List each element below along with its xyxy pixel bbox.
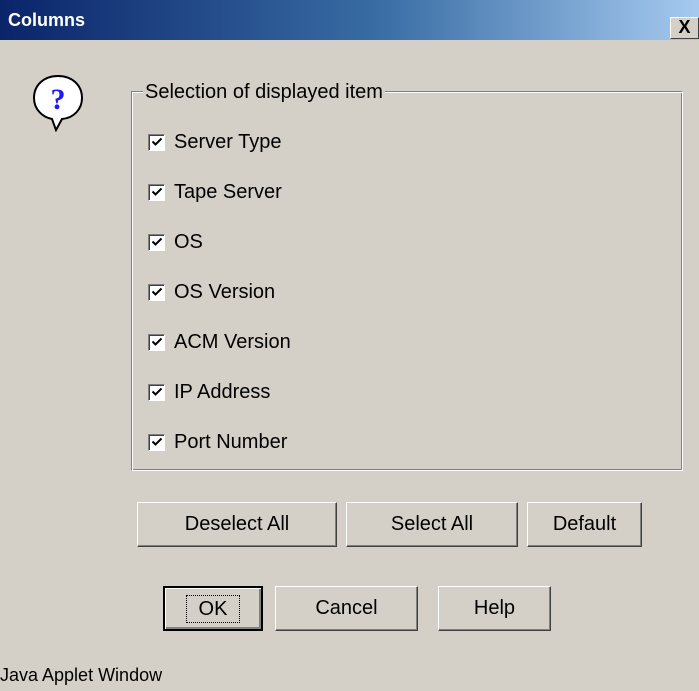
checkbox-tape-server[interactable]: Tape Server [148,178,282,206]
checkbox-port-number[interactable]: Port Number [148,428,287,456]
check-icon [151,337,162,346]
default-label: Default [552,513,617,535]
checkbox-server-type[interactable]: Server Type [148,128,281,156]
checkbox-box[interactable] [148,133,165,151]
close-button[interactable]: X [670,17,699,39]
checkbox-label: OS Version [174,280,276,303]
check-icon [151,437,162,446]
select-all-label: Select All [390,513,474,535]
checkbox-label: ACM Version [174,330,291,353]
checkbox-label: Tape Server [174,180,282,203]
checkbox-label: OS [174,230,203,253]
help-button[interactable]: Help [438,586,551,631]
check-icon [151,237,162,246]
deselect-all-label: Deselect All [184,513,290,535]
applet-status-text: Java Applet Window [0,665,163,685]
select-all-button[interactable]: Select All [346,502,518,547]
checkbox-os-version[interactable]: OS Version [148,278,275,306]
group-legend: Selection of displayed item [143,81,385,104]
checkbox-label: Server Type [174,130,282,153]
checkbox-box[interactable] [148,333,165,351]
checkbox-box[interactable] [148,433,165,451]
checkbox-os[interactable]: OS [148,228,203,256]
check-icon [151,287,162,296]
help-label: Help [473,597,516,619]
check-icon [151,137,162,146]
checkbox-box[interactable] [148,383,165,401]
window-title: Columns [8,10,86,30]
checkbox-box[interactable] [148,233,165,251]
checkbox-box[interactable] [148,283,165,301]
ok-label: OK [185,594,241,623]
checkbox-acm-version[interactable]: ACM Version [148,328,291,356]
svg-text:?: ? [51,83,66,116]
checkbox-label: IP Address [174,380,271,403]
title-bar[interactable]: Columns [0,0,699,40]
default-button[interactable]: Default [527,502,642,547]
cancel-label: Cancel [315,597,378,619]
checkbox-box[interactable] [148,183,165,201]
close-icon: X [678,17,691,37]
cancel-button[interactable]: Cancel [275,586,418,631]
check-icon [151,387,162,396]
checkbox-ip-address[interactable]: IP Address [148,378,270,406]
deselect-all-button[interactable]: Deselect All [137,502,337,547]
checkbox-label: Port Number [174,430,288,453]
ok-button[interactable]: OK [163,586,263,631]
question-icon: ? [32,74,84,132]
check-icon [151,187,162,196]
